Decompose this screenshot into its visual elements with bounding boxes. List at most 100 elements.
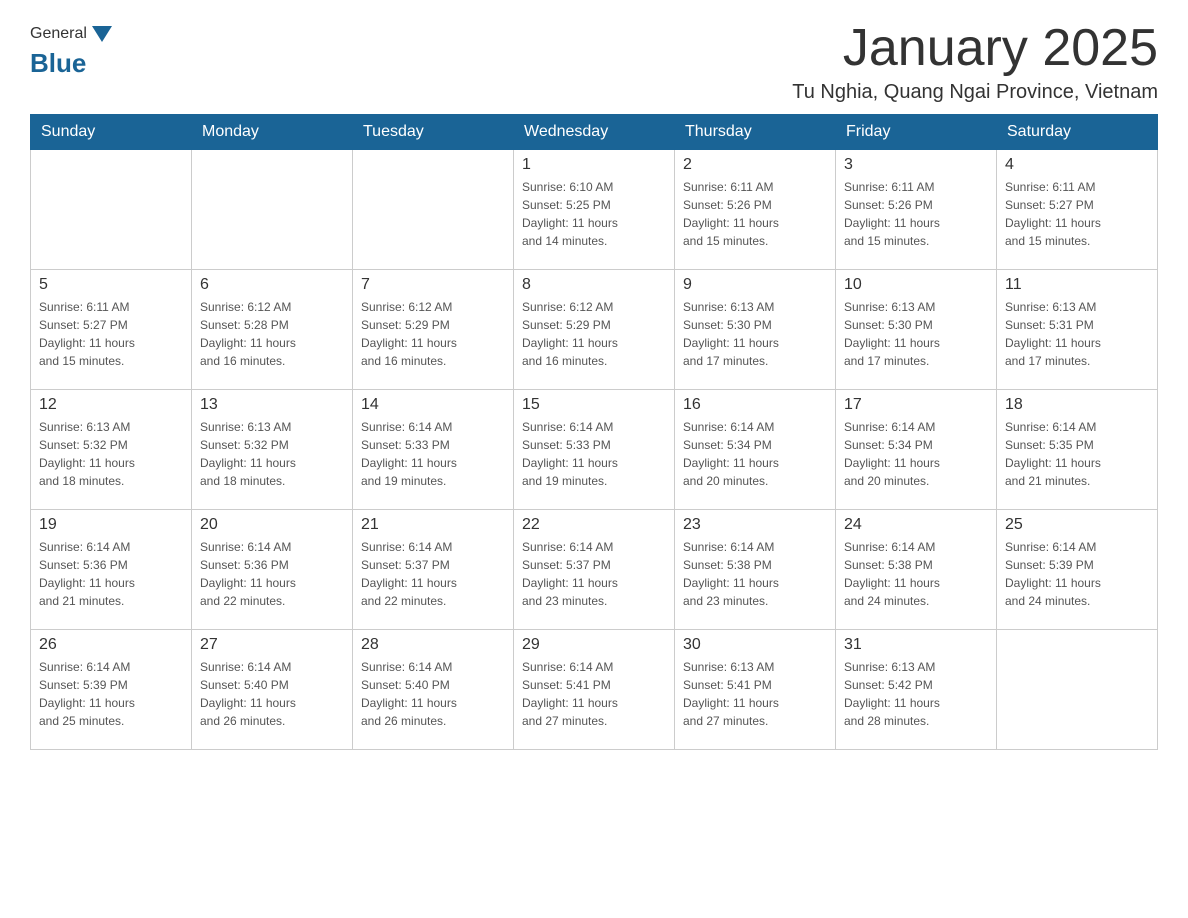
day-number: 14: [361, 396, 505, 414]
calendar-cell: [997, 630, 1158, 750]
day-of-week-header: Friday: [836, 115, 997, 150]
day-number: 4: [1005, 156, 1149, 174]
calendar-cell: 18 Sunrise: 6:14 AMSunset: 5:35 PMDayligh…: [997, 390, 1158, 510]
calendar-cell: 9 Sunrise: 6:13 AMSunset: 5:30 PMDaylight…: [675, 270, 836, 390]
day-info: Sunrise: 6:14 AMSunset: 5:38 PMDaylight:…: [844, 538, 988, 610]
day-info: Sunrise: 6:11 AMSunset: 5:27 PMDaylight:…: [39, 298, 183, 370]
day-number: 17: [844, 396, 988, 414]
day-info: Sunrise: 6:14 AMSunset: 5:39 PMDaylight:…: [1005, 538, 1149, 610]
calendar-cell: 15 Sunrise: 6:14 AMSunset: 5:33 PMDayligh…: [514, 390, 675, 510]
day-info: Sunrise: 6:14 AMSunset: 5:34 PMDaylight:…: [844, 418, 988, 490]
day-number: 10: [844, 276, 988, 294]
day-of-week-header: Saturday: [997, 115, 1158, 150]
day-number: 26: [39, 636, 183, 654]
day-of-week-header: Tuesday: [353, 115, 514, 150]
day-number: 16: [683, 396, 827, 414]
day-number: 7: [361, 276, 505, 294]
month-title: January 2025: [792, 20, 1158, 77]
day-number: 24: [844, 516, 988, 534]
day-number: 15: [522, 396, 666, 414]
calendar-cell: 30 Sunrise: 6:13 AMSunset: 5:41 PMDayligh…: [675, 630, 836, 750]
days-of-week-row: SundayMondayTuesdayWednesdayThursdayFrid…: [31, 115, 1158, 150]
calendar-cell: [192, 150, 353, 270]
calendar-cell: 10 Sunrise: 6:13 AMSunset: 5:30 PMDayligh…: [836, 270, 997, 390]
day-number: 6: [200, 276, 344, 294]
calendar-cell: 1 Sunrise: 6:10 AMSunset: 5:25 PMDaylight…: [514, 150, 675, 270]
calendar-cell: 21 Sunrise: 6:14 AMSunset: 5:37 PMDayligh…: [353, 510, 514, 630]
day-number: 27: [200, 636, 344, 654]
day-info: Sunrise: 6:14 AMSunset: 5:37 PMDaylight:…: [361, 538, 505, 610]
day-info: Sunrise: 6:10 AMSunset: 5:25 PMDaylight:…: [522, 178, 666, 250]
day-number: 25: [1005, 516, 1149, 534]
day-info: Sunrise: 6:14 AMSunset: 5:36 PMDaylight:…: [200, 538, 344, 610]
day-info: Sunrise: 6:13 AMSunset: 5:30 PMDaylight:…: [844, 298, 988, 370]
day-info: Sunrise: 6:14 AMSunset: 5:33 PMDaylight:…: [522, 418, 666, 490]
day-number: 31: [844, 636, 988, 654]
day-number: 5: [39, 276, 183, 294]
day-info: Sunrise: 6:12 AMSunset: 5:29 PMDaylight:…: [361, 298, 505, 370]
day-number: 18: [1005, 396, 1149, 414]
calendar-cell: 11 Sunrise: 6:13 AMSunset: 5:31 PMDayligh…: [997, 270, 1158, 390]
day-number: 20: [200, 516, 344, 534]
calendar-cell: [31, 150, 192, 270]
calendar-cell: 19 Sunrise: 6:14 AMSunset: 5:36 PMDayligh…: [31, 510, 192, 630]
day-info: Sunrise: 6:14 AMSunset: 5:34 PMDaylight:…: [683, 418, 827, 490]
calendar-cell: 13 Sunrise: 6:13 AMSunset: 5:32 PMDayligh…: [192, 390, 353, 510]
calendar-cell: 29Sunrise: 6:14 AMSunset: 5:41 PMDayligh…: [514, 630, 675, 750]
day-info: Sunrise: 6:14 AMSunset: 5:36 PMDaylight:…: [39, 538, 183, 610]
day-info: Sunrise: 6:11 AMSunset: 5:27 PMDaylight:…: [1005, 178, 1149, 250]
calendar-header: SundayMondayTuesdayWednesdayThursdayFrid…: [31, 115, 1158, 150]
day-number: 12: [39, 396, 183, 414]
calendar-cell: 2 Sunrise: 6:11 AMSunset: 5:26 PMDaylight…: [675, 150, 836, 270]
day-number: 19: [39, 516, 183, 534]
day-number: 1: [522, 156, 666, 174]
day-info: Sunrise: 6:11 AMSunset: 5:26 PMDaylight:…: [844, 178, 988, 250]
day-number: 21: [361, 516, 505, 534]
calendar-cell: 27 Sunrise: 6:14 AMSunset: 5:40 PMDayligh…: [192, 630, 353, 750]
calendar-cell: 5 Sunrise: 6:11 AMSunset: 5:27 PMDaylight…: [31, 270, 192, 390]
logo-triangle-icon: [88, 20, 116, 48]
day-info: Sunrise: 6:11 AMSunset: 5:26 PMDaylight:…: [683, 178, 827, 250]
title-area: January 2025 Tu Nghia, Quang Ngai Provin…: [792, 20, 1158, 104]
day-number: 28: [361, 636, 505, 654]
day-number: 13: [200, 396, 344, 414]
calendar-cell: 6 Sunrise: 6:12 AMSunset: 5:28 PMDaylight…: [192, 270, 353, 390]
day-info: Sunrise: 6:13 AMSunset: 5:41 PMDaylight:…: [683, 658, 827, 730]
day-info: Sunrise: 6:13 AMSunset: 5:42 PMDaylight:…: [844, 658, 988, 730]
calendar-week-row: 12 Sunrise: 6:13 AMSunset: 5:32 PMDayligh…: [31, 390, 1158, 510]
day-of-week-header: Sunday: [31, 115, 192, 150]
calendar-cell: 7 Sunrise: 6:12 AMSunset: 5:29 PMDaylight…: [353, 270, 514, 390]
calendar-cell: 12Sunrise: 6:13 AMSunset: 5:32 PMDayligh…: [31, 390, 192, 510]
calendar-cell: 28 Sunrise: 6:14 AMSunset: 5:40 PMDayligh…: [353, 630, 514, 750]
day-info: Sunrise: 6:13 AMSunset: 5:31 PMDaylight:…: [1005, 298, 1149, 370]
day-info: Sunrise: 6:14 AMSunset: 5:38 PMDaylight:…: [683, 538, 827, 610]
day-number: 23: [683, 516, 827, 534]
day-info: Sunrise: 6:14 AMSunset: 5:39 PMDaylight:…: [39, 658, 183, 730]
day-info: Sunrise: 6:14 AMSunset: 5:33 PMDaylight:…: [361, 418, 505, 490]
day-info: Sunrise: 6:14 AMSunset: 5:35 PMDaylight:…: [1005, 418, 1149, 490]
day-number: 8: [522, 276, 666, 294]
calendar-cell: 3Sunrise: 6:11 AMSunset: 5:26 PMDaylight…: [836, 150, 997, 270]
logo-general-text: General: [30, 25, 87, 43]
day-info: Sunrise: 6:14 AMSunset: 5:41 PMDaylight:…: [522, 658, 666, 730]
calendar-cell: 20 Sunrise: 6:14 AMSunset: 5:36 PMDayligh…: [192, 510, 353, 630]
day-number: 30: [683, 636, 827, 654]
day-info: Sunrise: 6:14 AMSunset: 5:37 PMDaylight:…: [522, 538, 666, 610]
day-of-week-header: Monday: [192, 115, 353, 150]
day-info: Sunrise: 6:14 AMSunset: 5:40 PMDaylight:…: [200, 658, 344, 730]
day-info: Sunrise: 6:12 AMSunset: 5:28 PMDaylight:…: [200, 298, 344, 370]
calendar-cell: 22 Sunrise: 6:14 AMSunset: 5:37 PMDayligh…: [514, 510, 675, 630]
calendar-cell: 26 Sunrise: 6:14 AMSunset: 5:39 PMDayligh…: [31, 630, 192, 750]
day-number: 9: [683, 276, 827, 294]
day-number: 11: [1005, 276, 1149, 294]
day-info: Sunrise: 6:14 AMSunset: 5:40 PMDaylight:…: [361, 658, 505, 730]
day-number: 22: [522, 516, 666, 534]
calendar-week-row: 1 Sunrise: 6:10 AMSunset: 5:25 PMDaylight…: [31, 150, 1158, 270]
day-info: Sunrise: 6:12 AMSunset: 5:29 PMDaylight:…: [522, 298, 666, 370]
day-info: Sunrise: 6:13 AMSunset: 5:30 PMDaylight:…: [683, 298, 827, 370]
day-info: Sunrise: 6:13 AMSunset: 5:32 PMDaylight:…: [200, 418, 344, 490]
day-of-week-header: Thursday: [675, 115, 836, 150]
calendar-week-row: 26 Sunrise: 6:14 AMSunset: 5:39 PMDayligh…: [31, 630, 1158, 750]
day-number: 2: [683, 156, 827, 174]
location-title: Tu Nghia, Quang Ngai Province, Vietnam: [792, 81, 1158, 104]
